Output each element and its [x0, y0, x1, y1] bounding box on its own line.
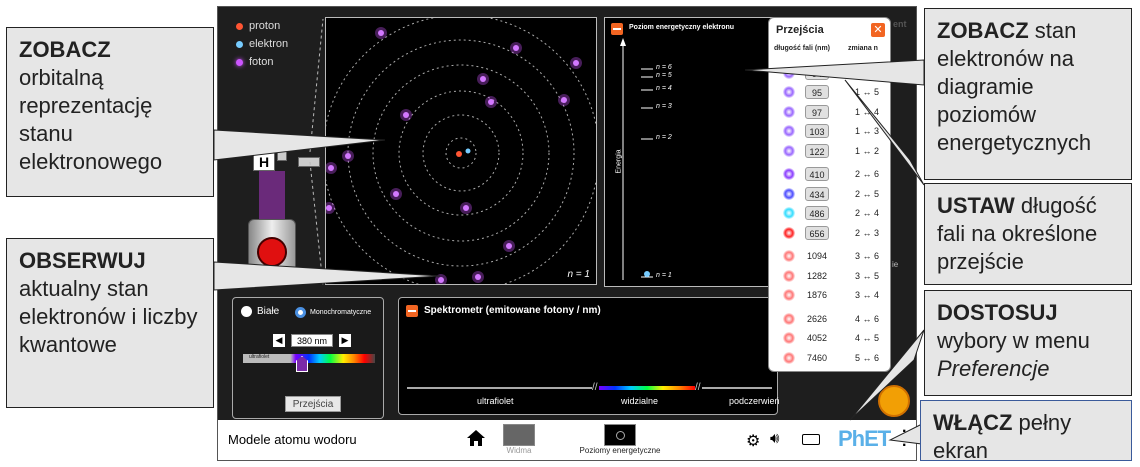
callout-fullscreen: WŁĄCZ pełny ekran	[920, 400, 1132, 463]
callout-preferences: DOSTOSUJ wybory w menu Preferencje	[924, 290, 1132, 396]
callout-energy-diagram: ZOBACZ stan elektronów na diagramie pozi…	[924, 8, 1132, 180]
callout-orbital-view: ZOBACZ orbitalną reprezentację stanu ele…	[6, 27, 214, 197]
callout-set-wavelength: USTAW długość fali na określone przejści…	[924, 183, 1132, 285]
callout-observe-state: OBSERWUJ aktualny stan elektronów i licz…	[6, 238, 214, 408]
